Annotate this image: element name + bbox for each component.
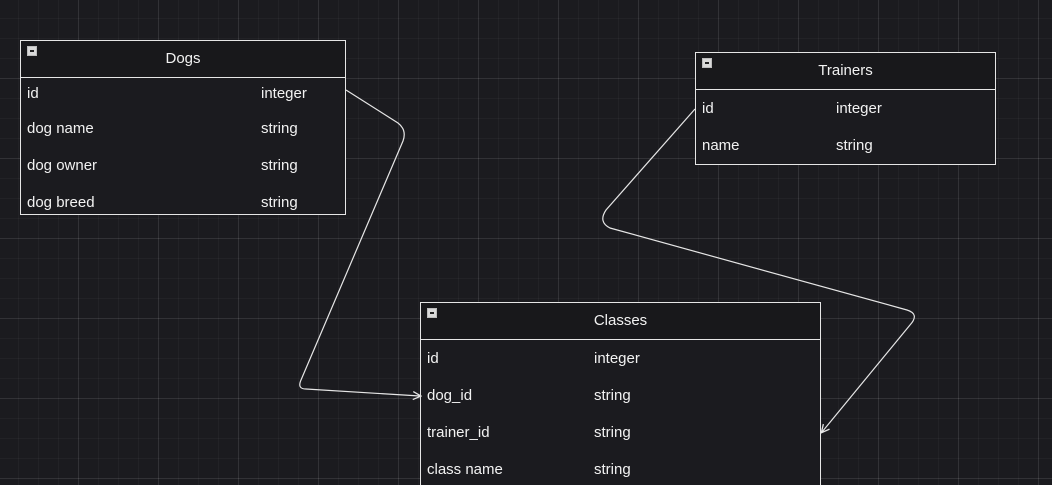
table-row[interactable]: dog_id string (421, 377, 820, 414)
field-name: id (27, 85, 39, 102)
trainers-table-header[interactable]: Trainers (696, 53, 995, 90)
classes-table-header[interactable]: Classes (421, 303, 820, 340)
field-type: integer (594, 350, 640, 367)
table-row[interactable]: trainer_id string (421, 414, 820, 451)
field-type: string (836, 137, 873, 154)
classes-table-title: Classes (593, 312, 648, 329)
field-type: string (594, 424, 631, 441)
table-row[interactable]: dog breed string (21, 184, 345, 221)
classes-table[interactable]: Classes id integer dog_id string trainer… (420, 302, 821, 485)
field-name: trainer_id (427, 424, 490, 441)
field-type: integer (261, 85, 307, 102)
table-row[interactable]: id integer (696, 90, 995, 127)
dogs-table-header[interactable]: Dogs (21, 41, 345, 78)
dogs-table[interactable]: Dogs id integer dog name string dog owne… (20, 40, 346, 215)
field-type: string (594, 461, 631, 478)
table-row[interactable]: dog name string (21, 110, 345, 147)
trainers-table-title: Trainers (818, 62, 873, 79)
trainers-table[interactable]: Trainers id integer name string (695, 52, 996, 165)
table-row[interactable]: class name string (421, 451, 820, 485)
field-type: string (261, 120, 298, 137)
field-name: id (427, 350, 439, 367)
field-type: string (261, 157, 298, 174)
field-type: string (261, 194, 298, 211)
table-row[interactable]: id integer (21, 78, 345, 110)
field-name: dog owner (27, 157, 98, 174)
field-name: dog breed (27, 194, 95, 211)
field-name: dog name (27, 120, 94, 137)
table-row[interactable]: name string (696, 127, 995, 164)
field-name: dog_id (427, 387, 473, 404)
dogs-table-title: Dogs (165, 50, 201, 67)
field-name: class name (427, 461, 503, 478)
diagram-canvas[interactable]: Dogs id integer dog name string dog owne… (0, 0, 1052, 485)
field-name: id (702, 100, 714, 117)
table-row[interactable]: dog owner string (21, 147, 345, 184)
field-name: name (702, 137, 740, 154)
field-type: integer (836, 100, 882, 117)
field-type: string (594, 387, 631, 404)
table-row[interactable]: id integer (421, 340, 820, 377)
